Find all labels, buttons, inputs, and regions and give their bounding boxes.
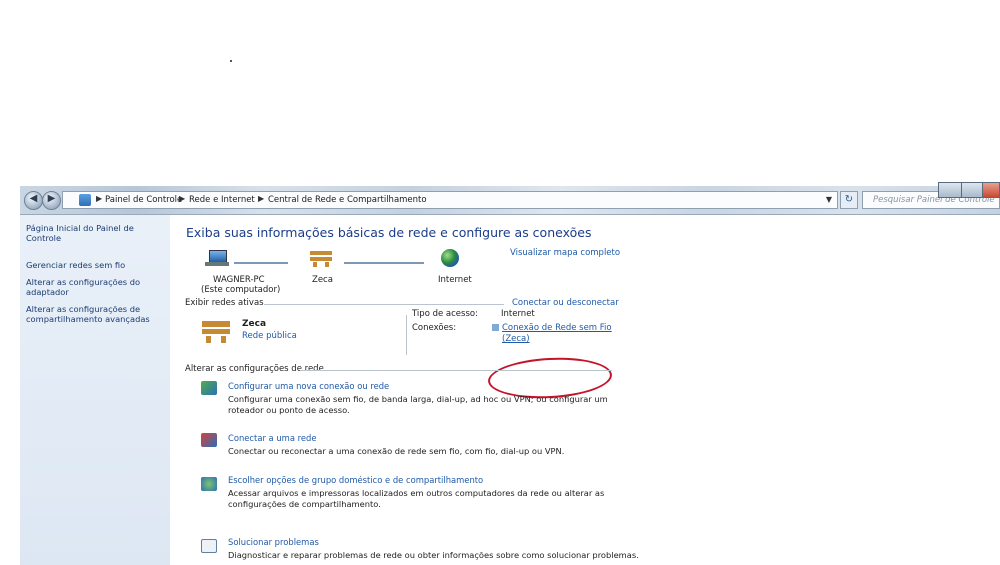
connect-disconnect-link[interactable]: Conectar ou desconectar [512, 298, 619, 308]
wireless-connection-name-link[interactable]: (Zeca) [502, 334, 530, 344]
task-troubleshoot[interactable]: Solucionar problemas [228, 537, 319, 547]
access-type-value: Internet [501, 309, 535, 319]
main-content: Exiba suas informações básicas de rede e… [170, 215, 1000, 565]
sidebar-item-home[interactable]: Página Inicial do Painel de Controle [26, 223, 168, 243]
task-troubleshoot-desc: Diagnosticar e reparar problemas de rede… [228, 550, 678, 561]
view-full-map-link[interactable]: Visualizar mapa completo [510, 248, 620, 258]
homegroup-icon [201, 477, 217, 491]
divider [300, 370, 612, 371]
sidebar-item-wireless[interactable]: Gerenciar redes sem fio [26, 260, 168, 270]
internet-globe-icon [441, 249, 459, 267]
access-type-label: Tipo de acesso: [412, 309, 478, 319]
sidebar-item-adapter[interactable]: Alterar as configurações do adaptador [26, 277, 168, 297]
connections-label: Conexões: [412, 323, 457, 333]
task-new-connection-desc: Configurar uma conexão sem fio, de banda… [228, 394, 628, 416]
connection-line [234, 262, 288, 264]
divider [406, 315, 407, 355]
close-button[interactable] [982, 182, 1000, 198]
maximize-button[interactable] [961, 182, 983, 198]
back-button[interactable]: ◀ [24, 191, 43, 210]
map-network-name: Zeca [312, 275, 333, 285]
control-panel-window: ◀ ▶ ▶ Painel de Controle ▶ Rede e Intern… [20, 182, 1000, 565]
address-dropdown-icon[interactable]: ▼ [824, 191, 834, 209]
forward-arrow-icon: ▶ [47, 193, 56, 204]
sidebar: Página Inicial do Painel de Controle Ger… [20, 215, 170, 565]
back-arrow-icon: ◀ [29, 193, 38, 204]
task-desc-line: roteador ou ponto de acesso. [228, 405, 350, 415]
active-networks-heading: Exibir redes ativas [185, 298, 264, 308]
connect-network-icon [201, 433, 217, 447]
task-homegroup-desc: Acessar arquivos e impressoras localizad… [228, 488, 628, 510]
computer-note: (Este computador) [201, 285, 281, 295]
breadcrumb-separator-icon: ▶ [258, 194, 265, 203]
breadcrumb-separator-icon: ▶ [96, 194, 103, 203]
task-connect-network[interactable]: Conectar a uma rede [228, 433, 317, 443]
forward-button[interactable]: ▶ [42, 191, 61, 210]
bench-network-icon [202, 321, 230, 343]
page-title: Exiba suas informações básicas de rede e… [186, 225, 592, 240]
task-desc-line: configurações de compartilhamento. [228, 499, 381, 509]
bench-network-icon [310, 251, 332, 267]
breadcrumb-rede-internet[interactable]: Rede e Internet [189, 195, 255, 205]
sidebar-item-sharing[interactable]: Alterar as configurações de compartilham… [26, 304, 168, 324]
wireless-connection-link[interactable]: Conexão de Rede sem Fio [502, 323, 612, 333]
task-desc-line: Diagnosticar e reparar problemas de rede… [228, 550, 639, 560]
task-connect-network-desc: Conectar ou reconectar a uma conexão de … [228, 446, 628, 457]
task-desc-line: Acessar arquivos e impressoras localizad… [228, 488, 605, 498]
divider [264, 304, 504, 305]
task-homegroup[interactable]: Escolher opções de grupo doméstico e de … [228, 475, 483, 485]
network-type-link[interactable]: Rede pública [242, 331, 297, 341]
network-name: Zeca [242, 319, 267, 329]
change-settings-heading: Alterar as configurações de rede [185, 364, 324, 374]
map-internet-label: Internet [438, 275, 472, 285]
refresh-button[interactable]: ↻ [840, 191, 858, 209]
breadcrumb-painel[interactable]: Painel de Controle [105, 195, 182, 205]
wifi-signal-icon [492, 324, 499, 331]
computer-name: WAGNER-PC [213, 275, 265, 285]
troubleshoot-icon [201, 539, 217, 553]
title-bar: ◀ ▶ ▶ Painel de Controle ▶ Rede e Intern… [20, 182, 1000, 215]
task-desc-line: Configurar uma conexão sem fio, de banda… [228, 394, 608, 404]
breadcrumb-central-rede[interactable]: Central de Rede e Compartilhamento [268, 195, 427, 205]
minimize-button[interactable] [938, 182, 962, 198]
new-connection-icon [201, 381, 217, 395]
task-new-connection[interactable]: Configurar uma nova conexão ou rede [228, 381, 389, 391]
control-panel-icon [79, 194, 91, 206]
task-desc-line: Conectar ou reconectar a uma conexão de … [228, 446, 565, 456]
breadcrumb-separator-icon: ▶ [179, 194, 186, 203]
address-bar[interactable]: ▶ Painel de Controle ▶ Rede e Internet ▶… [62, 191, 838, 209]
computer-icon [205, 250, 229, 267]
stray-dot [230, 60, 232, 62]
connection-line [344, 262, 424, 264]
